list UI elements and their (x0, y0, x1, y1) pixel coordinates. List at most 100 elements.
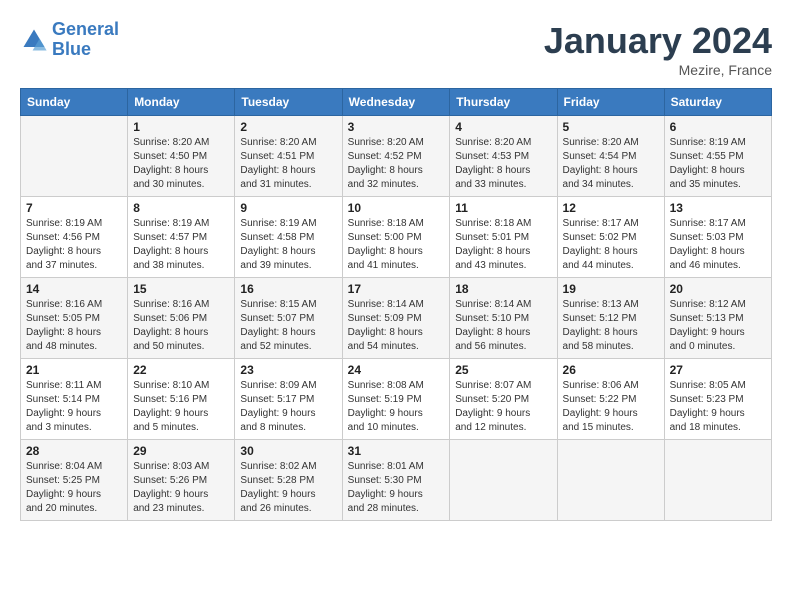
day-info: Sunrise: 8:19 AM Sunset: 4:55 PM Dayligh… (670, 136, 766, 192)
header-cell-tuesday: Tuesday (235, 89, 342, 116)
header-cell-monday: Monday (128, 89, 235, 116)
day-info: Sunrise: 8:19 AM Sunset: 4:57 PM Dayligh… (133, 217, 229, 273)
day-info: Sunrise: 8:05 AM Sunset: 5:23 PM Dayligh… (670, 379, 766, 435)
day-cell: 21 Sunrise: 8:11 AM Sunset: 5:14 PM Dayli… (21, 359, 128, 440)
logo-line2: Blue (52, 39, 91, 59)
day-cell: 29 Sunrise: 8:03 AM Sunset: 5:26 PM Dayli… (128, 440, 235, 521)
day-info: Sunrise: 8:14 AM Sunset: 5:09 PM Dayligh… (348, 298, 445, 354)
day-info: Sunrise: 8:15 AM Sunset: 5:07 PM Dayligh… (240, 298, 336, 354)
day-number: 16 (240, 282, 336, 296)
day-number: 13 (670, 201, 766, 215)
day-cell: 4Sunrise: 8:20 AM Sunset: 4:53 PM Daylig… (450, 116, 557, 197)
day-cell: 10Sunrise: 8:18 AM Sunset: 5:00 PM Dayli… (342, 197, 450, 278)
day-cell (450, 440, 557, 521)
day-info: Sunrise: 8:16 AM Sunset: 5:06 PM Dayligh… (133, 298, 229, 354)
header: General Blue January 2024 Mezire, France (20, 20, 772, 78)
day-cell: 18Sunrise: 8:14 AM Sunset: 5:10 PM Dayli… (450, 278, 557, 359)
day-cell: 31 Sunrise: 8:01 AM Sunset: 5:30 PM Dayli… (342, 440, 450, 521)
day-info: Sunrise: 8:19 AM Sunset: 4:58 PM Dayligh… (240, 217, 336, 273)
day-cell: 13 Sunrise: 8:17 AM Sunset: 5:03 PM Dayli… (664, 197, 771, 278)
day-info: Sunrise: 8:03 AM Sunset: 5:26 PM Dayligh… (133, 460, 229, 516)
day-cell: 25 Sunrise: 8:07 AM Sunset: 5:20 PM Dayli… (450, 359, 557, 440)
logo: General Blue (20, 20, 119, 60)
day-cell: 1 Sunrise: 8:20 AM Sunset: 4:50 PM Daylig… (128, 116, 235, 197)
location: Mezire, France (544, 62, 772, 78)
day-cell (664, 440, 771, 521)
day-info: Sunrise: 8:20 AM Sunset: 4:52 PM Dayligh… (348, 136, 445, 192)
week-row-4: 28 Sunrise: 8:04 AM Sunset: 5:25 PM Dayli… (21, 440, 772, 521)
week-row-3: 21 Sunrise: 8:11 AM Sunset: 5:14 PM Dayli… (21, 359, 772, 440)
day-cell: 8 Sunrise: 8:19 AM Sunset: 4:57 PM Daylig… (128, 197, 235, 278)
day-number: 7 (26, 201, 122, 215)
day-info: Sunrise: 8:17 AM Sunset: 5:03 PM Dayligh… (670, 217, 766, 273)
logo-text: General Blue (52, 20, 119, 60)
day-info: Sunrise: 8:20 AM Sunset: 4:51 PM Dayligh… (240, 136, 336, 192)
day-info: Sunrise: 8:04 AM Sunset: 5:25 PM Dayligh… (26, 460, 122, 516)
day-cell: 5 Sunrise: 8:20 AM Sunset: 4:54 PM Daylig… (557, 116, 664, 197)
day-info: Sunrise: 8:18 AM Sunset: 5:00 PM Dayligh… (348, 217, 445, 273)
day-number: 20 (670, 282, 766, 296)
day-cell: 2Sunrise: 8:20 AM Sunset: 4:51 PM Daylig… (235, 116, 342, 197)
day-info: Sunrise: 8:11 AM Sunset: 5:14 PM Dayligh… (26, 379, 122, 435)
day-cell: 7 Sunrise: 8:19 AM Sunset: 4:56 PM Daylig… (21, 197, 128, 278)
day-number: 28 (26, 444, 122, 458)
day-cell: 19 Sunrise: 8:13 AM Sunset: 5:12 PM Dayli… (557, 278, 664, 359)
header-cell-sunday: Sunday (21, 89, 128, 116)
day-number: 5 (563, 120, 659, 134)
header-cell-saturday: Saturday (664, 89, 771, 116)
day-cell: 11 Sunrise: 8:18 AM Sunset: 5:01 PM Dayli… (450, 197, 557, 278)
day-cell: 15 Sunrise: 8:16 AM Sunset: 5:06 PM Dayli… (128, 278, 235, 359)
day-info: Sunrise: 8:01 AM Sunset: 5:30 PM Dayligh… (348, 460, 445, 516)
day-cell: 30 Sunrise: 8:02 AM Sunset: 5:28 PM Dayli… (235, 440, 342, 521)
header-cell-friday: Friday (557, 89, 664, 116)
month-title: January 2024 (544, 20, 772, 62)
day-number: 25 (455, 363, 551, 377)
day-info: Sunrise: 8:20 AM Sunset: 4:54 PM Dayligh… (563, 136, 659, 192)
day-cell: 3Sunrise: 8:20 AM Sunset: 4:52 PM Daylig… (342, 116, 450, 197)
header-cell-wednesday: Wednesday (342, 89, 450, 116)
day-cell: 23Sunrise: 8:09 AM Sunset: 5:17 PM Dayli… (235, 359, 342, 440)
day-number: 30 (240, 444, 336, 458)
day-info: Sunrise: 8:19 AM Sunset: 4:56 PM Dayligh… (26, 217, 122, 273)
day-number: 8 (133, 201, 229, 215)
day-cell: 17Sunrise: 8:14 AM Sunset: 5:09 PM Dayli… (342, 278, 450, 359)
day-cell: 22 Sunrise: 8:10 AM Sunset: 5:16 PM Dayli… (128, 359, 235, 440)
day-number: 18 (455, 282, 551, 296)
day-info: Sunrise: 8:12 AM Sunset: 5:13 PM Dayligh… (670, 298, 766, 354)
day-info: Sunrise: 8:02 AM Sunset: 5:28 PM Dayligh… (240, 460, 336, 516)
day-info: Sunrise: 8:18 AM Sunset: 5:01 PM Dayligh… (455, 217, 551, 273)
day-info: Sunrise: 8:10 AM Sunset: 5:16 PM Dayligh… (133, 379, 229, 435)
day-info: Sunrise: 8:17 AM Sunset: 5:02 PM Dayligh… (563, 217, 659, 273)
day-info: Sunrise: 8:07 AM Sunset: 5:20 PM Dayligh… (455, 379, 551, 435)
day-cell: 16 Sunrise: 8:15 AM Sunset: 5:07 PM Dayli… (235, 278, 342, 359)
day-number: 29 (133, 444, 229, 458)
day-cell (21, 116, 128, 197)
week-row-2: 14 Sunrise: 8:16 AM Sunset: 5:05 PM Dayli… (21, 278, 772, 359)
calendar-table: SundayMondayTuesdayWednesdayThursdayFrid… (20, 88, 772, 521)
day-number: 1 (133, 120, 229, 134)
day-number: 24 (348, 363, 445, 377)
day-number: 21 (26, 363, 122, 377)
day-info: Sunrise: 8:09 AM Sunset: 5:17 PM Dayligh… (240, 379, 336, 435)
logo-icon (20, 26, 48, 54)
logo-line1: General (52, 19, 119, 39)
week-row-0: 1 Sunrise: 8:20 AM Sunset: 4:50 PM Daylig… (21, 116, 772, 197)
day-cell: 9Sunrise: 8:19 AM Sunset: 4:58 PM Daylig… (235, 197, 342, 278)
header-row: SundayMondayTuesdayWednesdayThursdayFrid… (21, 89, 772, 116)
header-cell-thursday: Thursday (450, 89, 557, 116)
day-number: 14 (26, 282, 122, 296)
day-number: 27 (670, 363, 766, 377)
day-number: 22 (133, 363, 229, 377)
day-number: 11 (455, 201, 551, 215)
day-info: Sunrise: 8:13 AM Sunset: 5:12 PM Dayligh… (563, 298, 659, 354)
day-info: Sunrise: 8:08 AM Sunset: 5:19 PM Dayligh… (348, 379, 445, 435)
day-cell: 20 Sunrise: 8:12 AM Sunset: 5:13 PM Dayli… (664, 278, 771, 359)
day-number: 19 (563, 282, 659, 296)
day-cell: 24 Sunrise: 8:08 AM Sunset: 5:19 PM Dayli… (342, 359, 450, 440)
day-number: 31 (348, 444, 445, 458)
day-info: Sunrise: 8:16 AM Sunset: 5:05 PM Dayligh… (26, 298, 122, 354)
day-number: 15 (133, 282, 229, 296)
day-number: 4 (455, 120, 551, 134)
day-cell: 14 Sunrise: 8:16 AM Sunset: 5:05 PM Dayli… (21, 278, 128, 359)
day-info: Sunrise: 8:20 AM Sunset: 4:50 PM Dayligh… (133, 136, 229, 192)
